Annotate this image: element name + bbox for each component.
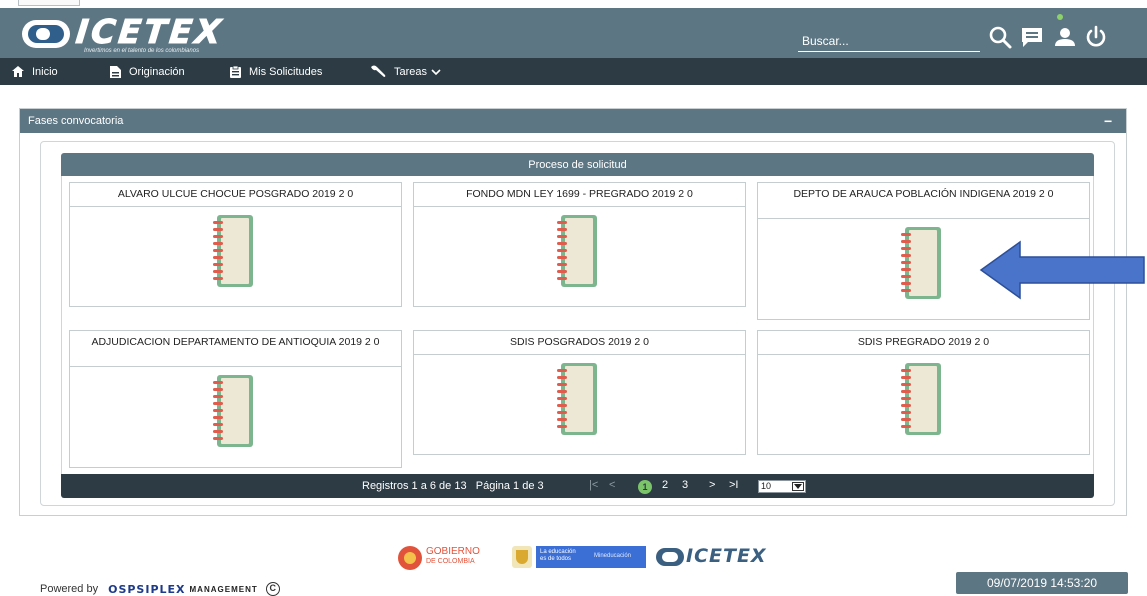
icetex-logo[interactable]: ICETEX Invertimos en el talento de los c… — [22, 12, 262, 54]
card-body — [414, 207, 745, 306]
nav-label-inicio: Inicio — [32, 65, 58, 78]
gobierno-emblem-icon — [398, 546, 422, 570]
messages-icon[interactable] — [1019, 24, 1045, 50]
page-2-button[interactable]: 2 — [662, 479, 668, 491]
mineducacion-logo: La educación es de todos Mineducación — [512, 544, 646, 572]
process-card[interactable]: ALVARO ULCUE CHOCUE POSGRADO 2019 2 0 — [69, 182, 402, 307]
process-card[interactable]: FONDO MDN LEY 1699 - PREGRADO 2019 2 0 — [413, 182, 746, 307]
search-placeholder: Buscar... — [802, 34, 849, 48]
gobierno-line1: GOBIERNO — [426, 546, 480, 557]
globe-icon — [656, 548, 684, 566]
notebook-icon — [213, 215, 253, 287]
notebook-icon — [901, 227, 941, 299]
nav-label-originacion: Originación — [129, 65, 185, 78]
nav-label-tareas: Tareas — [394, 65, 428, 78]
records-count: Registros 1 a 6 de 13 — [362, 480, 467, 492]
last-page-button[interactable]: >I — [729, 479, 738, 491]
page-footer: GOBIERNO DE COLOMBIA La educación es de … — [0, 516, 1147, 596]
powered-by: Powered by OSPSIPLEX MANAGEMENT C — [40, 582, 280, 596]
card-title: FONDO MDN LEY 1699 - PREGRADO 2019 2 0 — [414, 183, 745, 207]
card-title: ALVARO ULCUE CHOCUE POSGRADO 2019 2 0 — [70, 183, 401, 207]
copyright-icon: C — [265, 582, 280, 596]
gobierno-line2: DE COLOMBIA — [426, 558, 475, 565]
mineducacion-line1: La educación — [540, 549, 576, 555]
process-card[interactable]: SDIS POSGRADOS 2019 2 0 — [413, 330, 746, 455]
prev-page-button[interactable]: < — [609, 479, 615, 491]
search-icon[interactable] — [987, 24, 1013, 50]
nav-label-mis-solicitudes: Mis Solicitudes — [249, 65, 323, 78]
panel-header: Fases convocatoria − — [20, 109, 1126, 133]
chevron-down-icon — [431, 68, 441, 75]
notebook-icon — [213, 375, 253, 447]
process-header: Proceso de solicitud — [61, 153, 1094, 176]
dropdown-toggle — [792, 482, 804, 491]
user-icon[interactable] — [1052, 24, 1078, 50]
card-title: ADJUDICACION DEPARTAMENTO DE ANTIOQUIA 2… — [70, 331, 401, 367]
nav-item-inicio[interactable]: Inicio — [12, 58, 58, 85]
chevron-down-icon — [794, 484, 802, 489]
notebook-icon — [557, 215, 597, 287]
power-icon[interactable] — [1083, 24, 1109, 50]
clipboard-icon — [230, 65, 241, 78]
icetex-footer-label: ICETEX — [686, 545, 767, 567]
page-size-value: 10 — [761, 481, 772, 491]
icetex-footer-logo: ICETEX — [656, 544, 766, 572]
globe-icon — [22, 20, 70, 48]
gobierno-logo: GOBIERNO DE COLOMBIA — [398, 544, 496, 572]
nav-item-originacion[interactable]: Originación — [110, 58, 185, 85]
process-card[interactable]: ADJUDICACION DEPARTAMENTO DE ANTIOQUIA 2… — [69, 330, 402, 468]
notebook-icon — [901, 363, 941, 435]
current-page[interactable]: 1 — [638, 480, 652, 494]
wrench-icon — [371, 65, 386, 77]
process-title: Proceso de solicitud — [528, 158, 627, 171]
page-3-button[interactable]: 3 — [682, 479, 688, 491]
card-body — [70, 207, 401, 306]
provider-name: OSPSIPLEX — [108, 582, 186, 596]
first-page-button[interactable]: |< — [589, 479, 598, 491]
search-input[interactable]: Buscar... — [798, 26, 980, 52]
nav-item-mis-solicitudes[interactable]: Mis Solicitudes — [230, 58, 322, 85]
page-size-select[interactable]: 10 — [758, 480, 806, 493]
process-cards-area: ALVARO ULCUE CHOCUE POSGRADO 2019 2 0 FO… — [61, 176, 1094, 474]
timestamp-badge: 09/07/2019 14:53:20 — [956, 572, 1128, 594]
card-title: SDIS POSGRADOS 2019 2 0 — [414, 331, 745, 355]
notebook-icon — [557, 363, 597, 435]
collapse-button[interactable]: − — [1104, 114, 1116, 128]
next-page-button[interactable]: > — [709, 479, 715, 491]
annotation-arrow-icon — [979, 240, 1145, 300]
records-info: Registros 1 a 6 de 13 Página 1 de 3 — [362, 480, 544, 492]
provider-suffix: MANAGEMENT — [189, 584, 258, 594]
card-title: DEPTO DE ARAUCA POBLACIÓN INDIGENA 2019 … — [758, 183, 1089, 219]
timestamp-value: 09/07/2019 14:53:20 — [986, 576, 1098, 590]
nav-item-tareas[interactable]: Tareas — [370, 58, 449, 85]
powered-by-label: Powered by — [40, 583, 99, 595]
pagination-bar: Registros 1 a 6 de 13 Página 1 de 3 |< <… — [61, 474, 1094, 498]
process-card[interactable]: SDIS PREGRADO 2019 2 0 — [757, 330, 1090, 455]
card-body — [414, 355, 745, 454]
brand-tagline: Invertimos en el talento de los colombia… — [84, 48, 200, 54]
brand-name: ICETEX — [74, 12, 227, 52]
mineducacion-line2: es de todos — [540, 556, 572, 562]
status-dot — [1057, 14, 1063, 20]
document-icon — [110, 65, 121, 78]
page-info: Página 1 de 3 — [475, 480, 544, 492]
panel-title: Fases convocatoria — [28, 115, 124, 127]
window-tab-mark — [18, 0, 80, 6]
window-top-strip — [0, 0, 1147, 8]
app-header: ICETEX Invertimos en el talento de los c… — [0, 8, 1147, 58]
card-title: SDIS PREGRADO 2019 2 0 — [758, 331, 1089, 355]
mineducacion-label: Mineducación — [594, 553, 632, 559]
card-body — [70, 367, 401, 467]
card-body — [758, 355, 1089, 454]
coat-of-arms-icon — [512, 546, 532, 568]
mineducacion-banner: La educación es de todos Mineducación — [536, 546, 646, 568]
main-nav: Inicio Originación Mis Solicitudes Tarea… — [0, 58, 1147, 85]
home-icon — [12, 66, 24, 77]
